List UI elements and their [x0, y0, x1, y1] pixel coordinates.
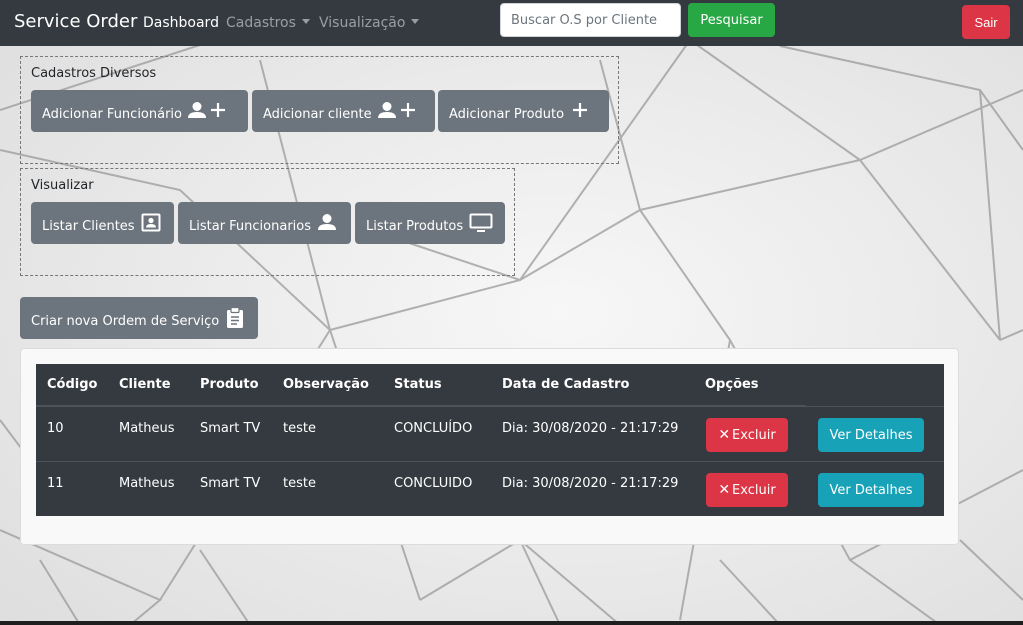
add-client-label: Adicionar cliente — [263, 106, 372, 122]
nav-cadastros-dropdown[interactable]: Cadastros — [226, 14, 310, 32]
cell-cliente: Matheus — [119, 421, 175, 436]
cell-observacao: teste — [283, 421, 316, 436]
cell-data: Dia: 30/08/2020 - 21:17:29 — [502, 476, 679, 491]
list-clients-label: Listar Clientes — [42, 218, 135, 234]
list-products-label: Listar Produtos — [366, 218, 464, 234]
contact-card-icon — [141, 213, 161, 232]
cell-codigo: 11 — [47, 476, 64, 491]
orders-table: Código Cliente Produto Observação Status… — [36, 364, 944, 516]
cell-data: Dia: 30/08/2020 - 21:17:29 — [502, 421, 679, 436]
add-product-label: Adicionar Produto — [449, 106, 565, 122]
table-row: 10 Matheus Smart TV teste CONCLUÍDO Dia:… — [36, 406, 944, 461]
add-client-button[interactable]: Adicionar cliente — [252, 90, 435, 132]
logout-button[interactable]: Sair — [962, 5, 1010, 39]
cell-codigo: 10 — [47, 421, 64, 436]
header-codigo: Código — [47, 377, 98, 392]
nav-cadastros-label: Cadastros — [226, 15, 296, 31]
chevron-down-icon — [411, 19, 420, 24]
list-employees-button[interactable]: Listar Funcionarios — [178, 202, 351, 244]
cell-status: CONCLUÍDO — [394, 421, 473, 436]
list-products-button[interactable]: Listar Produtos — [355, 202, 505, 244]
nav-visualizacao-dropdown[interactable]: Visualização — [319, 14, 420, 32]
add-employee-button[interactable]: Adicionar Funcionário — [31, 90, 248, 132]
table-header: Código Cliente Produto Observação Status… — [36, 364, 806, 406]
details-button[interactable]: Ver Detalhes — [818, 418, 924, 452]
cadastros-section: Cadastros Diversos Adicionar Funcionário… — [20, 56, 619, 164]
header-cliente: Cliente — [119, 377, 171, 392]
person-plus-icon — [188, 102, 225, 118]
header-opcoes: Opções — [705, 377, 759, 392]
orders-card: Código Cliente Produto Observação Status… — [20, 348, 959, 545]
plus-icon — [573, 103, 588, 117]
cell-produto: Smart TV — [200, 476, 261, 491]
nav-visualizacao-label: Visualização — [319, 15, 406, 31]
delete-label: Excluir — [732, 427, 776, 443]
header-observacao: Observação — [283, 377, 369, 392]
nav-dashboard[interactable]: Dashboard — [143, 14, 219, 32]
search-button[interactable]: Pesquisar — [688, 3, 775, 37]
brand-logo[interactable]: Service Order — [14, 11, 137, 33]
add-product-button[interactable]: Adicionar Produto — [438, 90, 609, 132]
visualizar-section: Visualizar Listar Clientes Listar Funcio… — [20, 168, 515, 276]
delete-button[interactable]: ✕ Excluir — [706, 418, 788, 452]
person-icon — [318, 214, 337, 230]
details-button[interactable]: Ver Detalhes — [818, 473, 924, 507]
cell-produto: Smart TV — [200, 421, 261, 436]
close-icon: ✕ — [718, 482, 731, 498]
add-employee-label: Adicionar Funcionário — [42, 106, 182, 122]
person-plus-icon — [377, 102, 415, 118]
header-data-cadastro: Data de Cadastro — [502, 377, 630, 392]
clipboard-icon — [227, 307, 244, 328]
create-service-order-button[interactable]: Criar nova Ordem de Serviço — [20, 297, 258, 339]
chevron-down-icon — [301, 19, 310, 24]
monitor-icon — [469, 213, 493, 232]
table-row: 11 Matheus Smart TV teste CONCLUIDO Dia:… — [36, 461, 944, 516]
visualizar-section-title: Visualizar — [31, 178, 94, 193]
top-navbar: Service Order Dashboard Cadastros Visual… — [0, 0, 1023, 46]
list-employees-label: Listar Funcionarios — [189, 218, 312, 234]
bottom-border — [0, 621, 1023, 625]
create-service-order-label: Criar nova Ordem de Serviço — [31, 313, 220, 329]
cell-observacao: teste — [283, 476, 316, 491]
search-input[interactable] — [500, 3, 681, 37]
header-status: Status — [394, 377, 442, 392]
close-icon: ✕ — [718, 427, 731, 443]
delete-label: Excluir — [732, 482, 776, 498]
cadastros-section-title: Cadastros Diversos — [31, 66, 157, 81]
header-produto: Produto — [200, 377, 259, 392]
cell-status: CONCLUIDO — [394, 476, 473, 491]
cell-cliente: Matheus — [119, 476, 175, 491]
delete-button[interactable]: ✕ Excluir — [706, 473, 788, 507]
list-clients-button[interactable]: Listar Clientes — [31, 202, 174, 244]
